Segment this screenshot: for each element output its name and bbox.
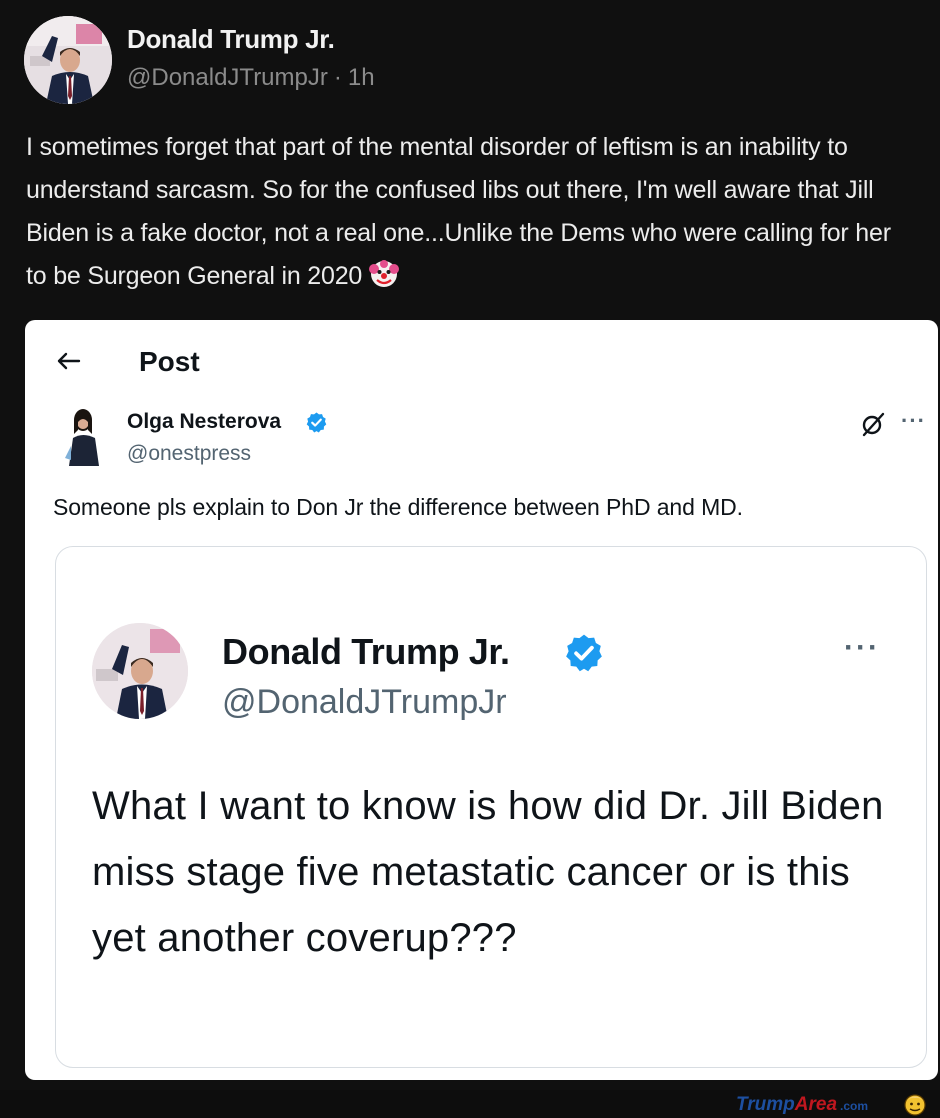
- meta-separator: ·: [333, 64, 342, 91]
- grok-icon[interactable]: [859, 410, 887, 438]
- verified-badge-icon: [305, 411, 328, 434]
- author-meta: @DonaldJTrumpJr · 1h: [127, 64, 375, 92]
- back-arrow-icon[interactable]: [53, 346, 83, 376]
- watermark-part2: Area: [794, 1094, 838, 1115]
- reply-text: Someone pls explain to Don Jr the differ…: [53, 494, 743, 520]
- quoted-author-name[interactable]: Donald Trump Jr.: [222, 631, 510, 673]
- watermark-suffix: .com: [840, 1099, 869, 1113]
- post-time[interactable]: 1h: [348, 64, 375, 91]
- reply-author-avatar[interactable]: [61, 406, 107, 466]
- post-text: I sometimes forget that part of the ment…: [26, 126, 916, 298]
- reply-author-name[interactable]: Olga Nesterova: [127, 410, 281, 434]
- quoted-author-handle[interactable]: @DonaldJTrumpJr: [222, 683, 507, 722]
- quoted-post[interactable]: Donald Trump Jr. @DonaldJTrumpJr ··· Wha…: [55, 546, 927, 1068]
- outer-post: Donald Trump Jr. @DonaldJTrumpJr · 1h I so…: [0, 0, 940, 1090]
- reply-author-handle[interactable]: @onestpress: [127, 442, 251, 466]
- embedded-screenshot: Post Olga Nesterova @onestpress ··· Some…: [25, 320, 938, 1080]
- site-watermark: TrumpArea .com: [736, 1094, 868, 1116]
- clown-face-icon: [368, 259, 399, 289]
- quoted-author-avatar[interactable]: [92, 623, 188, 719]
- page-title: Post: [139, 346, 200, 377]
- more-options-icon[interactable]: ···: [844, 631, 880, 665]
- watermark-face-icon: [903, 1092, 927, 1116]
- verified-badge-icon: [563, 632, 605, 674]
- author-name[interactable]: Donald Trump Jr.: [127, 24, 335, 55]
- author-avatar[interactable]: [24, 16, 112, 104]
- watermark-part1: Trump: [736, 1094, 795, 1115]
- more-options-icon[interactable]: ···: [901, 408, 926, 434]
- author-handle[interactable]: @DonaldJTrumpJr: [127, 64, 328, 91]
- post-body: I sometimes forget that part of the ment…: [26, 133, 891, 290]
- quoted-text: What I want to know is how did Dr. Jill …: [92, 784, 884, 960]
